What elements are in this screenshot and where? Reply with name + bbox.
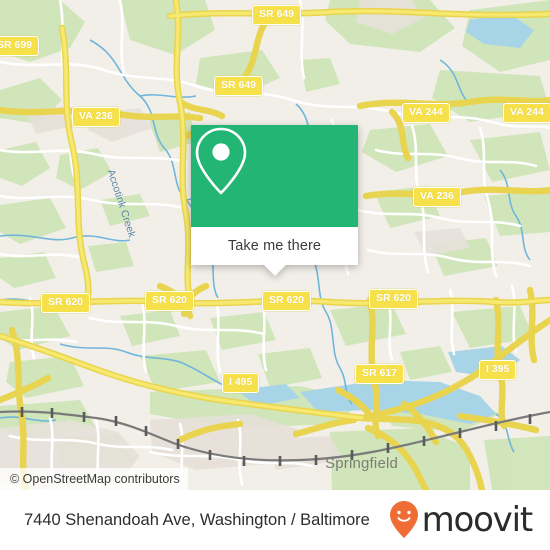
shield-sr-699[interactable]: SR 699 xyxy=(0,36,40,56)
popup-card-pointer xyxy=(263,265,286,276)
moovit-pin-smile-icon xyxy=(389,501,418,538)
take-me-there-label: Take me there xyxy=(227,238,322,254)
moovit-wordmark: moovit xyxy=(421,500,534,540)
map-pin-icon xyxy=(195,127,247,195)
shield-sr-620-a[interactable]: SR 620 xyxy=(41,293,91,313)
shield-va-236-right[interactable]: VA 236 xyxy=(413,187,461,207)
shield-sr-620-b[interactable]: SR 620 xyxy=(145,291,195,311)
map-attribution[interactable]: © OpenStreetMap contributors xyxy=(0,468,188,490)
shield-sr-617[interactable]: SR 617 xyxy=(355,364,405,384)
attribution-text: © OpenStreetMap contributors xyxy=(10,472,180,486)
shield-i-495[interactable]: I 495 xyxy=(222,373,260,393)
shield-sr-649-mid[interactable]: SR 649 xyxy=(214,76,264,96)
shield-sr-620-d[interactable]: SR 620 xyxy=(369,289,419,309)
address-title: 7440 Shenandoah Ave, Washington / Baltim… xyxy=(24,510,370,529)
shield-va-244-left[interactable]: VA 244 xyxy=(402,103,450,123)
destination-popup-card[interactable]: Take me there xyxy=(191,125,358,276)
shield-va-236-left[interactable]: VA 236 xyxy=(72,107,120,127)
shield-va-244-right[interactable]: VA 244 xyxy=(503,103,550,123)
shield-sr-649-top[interactable]: SR 649 xyxy=(252,5,302,25)
footer-bar: 7440 Shenandoah Ave, Washington / Baltim… xyxy=(0,490,550,550)
shield-i-395[interactable]: I 395 xyxy=(479,360,517,380)
screenshot-root: Accotink Creek Springfield SR 649 SR 699… xyxy=(0,0,550,550)
shield-sr-620-c[interactable]: SR 620 xyxy=(262,291,312,311)
popup-card-header xyxy=(191,125,358,227)
map-canvas[interactable]: Accotink Creek Springfield SR 649 SR 699… xyxy=(0,0,550,490)
popup-card-footer[interactable]: Take me there xyxy=(191,227,358,276)
moovit-brand[interactable]: moovit xyxy=(388,500,534,540)
